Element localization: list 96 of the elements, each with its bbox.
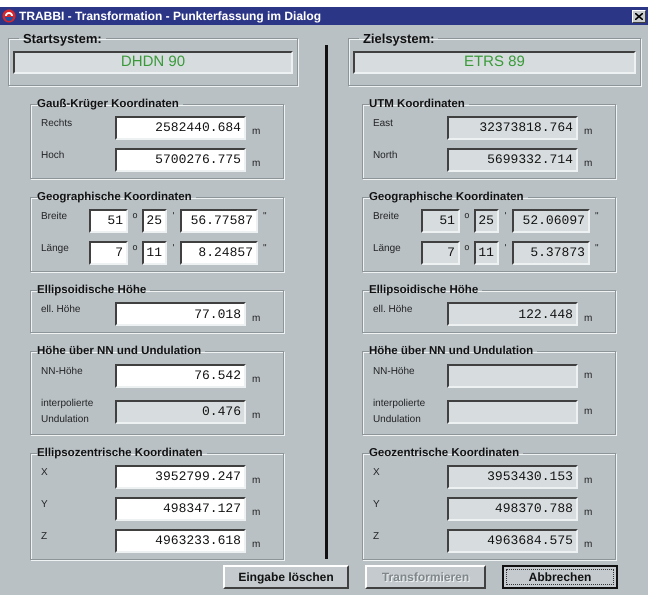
- field-label: Rechts: [41, 116, 74, 131]
- value-field[interactable]: 76.542: [115, 364, 246, 388]
- seconds-field[interactable]: 56.77587: [180, 209, 258, 233]
- close-button[interactable]: [632, 10, 646, 22]
- field-label: Y: [41, 498, 49, 512]
- group-title: Ellipsoidische Höhe: [37, 283, 148, 298]
- value-field[interactable]: 5699332.714: [446, 148, 578, 172]
- value-field[interactable]: [446, 400, 578, 424]
- seconds-field[interactable]: 8.24857: [180, 241, 258, 265]
- field-label: interpolierte Undulation: [41, 396, 94, 426]
- value-field[interactable]: [446, 364, 578, 388]
- field-label: NN-Höhe: [372, 364, 416, 378]
- value-field[interactable]: 122.448: [446, 302, 578, 326]
- system-label: Startsystem:: [22, 30, 103, 48]
- degree-sign: o: [131, 209, 138, 222]
- system-name-field: DHDN 90: [13, 50, 293, 74]
- value-field[interactable]: 3952799.247: [115, 464, 246, 489]
- unit-label: m: [252, 538, 260, 552]
- group-title: Geographische Koordinaten: [368, 190, 525, 205]
- degree-sign: o: [463, 241, 470, 254]
- value-field[interactable]: 32373818.764: [446, 116, 578, 140]
- value-field[interactable]: 2582440.684: [115, 116, 246, 140]
- close-icon: [635, 12, 643, 20]
- group-title: Höhe über NN und Undulation: [37, 344, 202, 360]
- unit-label: m: [584, 157, 592, 172]
- system-label: Zielsystem:: [362, 30, 436, 48]
- field-label: ell. Höhe: [41, 303, 82, 318]
- field-label: Breite: [372, 210, 400, 224]
- unit-label: m: [584, 538, 592, 552]
- value-field[interactable]: 4963684.575: [446, 528, 578, 553]
- field-label: interpolierte Undulation: [372, 396, 426, 426]
- app-icon: [2, 9, 16, 23]
- value-field[interactable]: 4963233.618: [115, 528, 246, 553]
- minutes-field[interactable]: 11: [142, 241, 167, 265]
- unit-label: m: [584, 369, 592, 383]
- field-label: X: [41, 466, 49, 480]
- group-title: Gauß-Krüger Koordinaten: [37, 96, 180, 112]
- value-field[interactable]: 0.476: [115, 400, 246, 424]
- minute-sign: ': [172, 210, 176, 224]
- unit-label: m: [252, 506, 260, 520]
- degrees-field[interactable]: 7: [89, 241, 128, 265]
- degrees-field[interactable]: 51: [420, 209, 460, 233]
- field-label: Länge: [372, 242, 402, 256]
- field-label: Y: [372, 498, 381, 512]
- second-sign: ": [594, 210, 598, 224]
- second-sign: ": [594, 242, 598, 256]
- seconds-field[interactable]: 5.37873: [512, 241, 590, 265]
- field-label: Z: [41, 530, 48, 544]
- field-label: Hoch: [41, 148, 66, 163]
- unit-label: m: [584, 474, 592, 488]
- value-field[interactable]: 3953430.153: [446, 464, 578, 489]
- field-label: NN-Höhe: [41, 364, 84, 378]
- unit-label: m: [584, 405, 592, 419]
- degree-sign: o: [463, 209, 470, 222]
- window-title: TRABBI - Transformation - Punkterfassung im Dialog: [19, 10, 322, 22]
- value-field[interactable]: 498370.788: [446, 496, 578, 521]
- second-sign: ": [263, 242, 267, 256]
- unit-label: m: [252, 157, 260, 172]
- unit-label: m: [584, 125, 592, 140]
- unit-label: m: [252, 474, 260, 488]
- minute-sign: ': [503, 242, 508, 256]
- system-name-field: ETRS 89: [352, 50, 636, 74]
- degrees-field[interactable]: 51: [89, 209, 128, 233]
- field-label: Breite: [41, 210, 68, 224]
- second-sign: ": [263, 210, 267, 224]
- field-label: East: [372, 116, 394, 131]
- minutes-field[interactable]: 11: [474, 241, 499, 265]
- group-title: Geographische Koordinaten: [37, 190, 193, 205]
- value-field[interactable]: 5700276.775: [115, 148, 246, 172]
- degree-sign: o: [131, 241, 138, 254]
- group-title: UTM Koordinaten: [368, 96, 466, 112]
- field-label: ell. Höhe: [372, 303, 414, 318]
- value-field[interactable]: 498347.127: [115, 496, 246, 521]
- unit-label: m: [584, 312, 592, 326]
- dialog-button[interactable]: Eingabe löschen: [223, 565, 349, 589]
- minute-sign: ': [172, 242, 176, 256]
- field-label: X: [372, 466, 381, 480]
- unit-label: m: [252, 312, 260, 326]
- minutes-field[interactable]: 25: [474, 209, 499, 233]
- group-title: Geozentrische Koordinaten: [368, 446, 520, 460]
- degrees-field[interactable]: 7: [420, 241, 460, 265]
- minute-sign: ': [503, 210, 508, 224]
- group-title: Ellipsoidische Höhe: [368, 283, 480, 298]
- group-title: Ellipsozentrische Koordinaten: [37, 446, 204, 460]
- unit-label: m: [252, 409, 260, 423]
- seconds-field[interactable]: 52.06097: [512, 209, 590, 233]
- field-label: Länge: [41, 242, 70, 256]
- dialog-button[interactable]: Abbrechen: [502, 565, 618, 589]
- field-label: Z: [372, 530, 380, 544]
- minutes-field[interactable]: 25: [142, 209, 167, 233]
- field-label: North: [372, 148, 398, 163]
- unit-label: m: [252, 373, 260, 387]
- group-title: Höhe über NN und Undulation: [368, 344, 534, 360]
- unit-label: m: [252, 125, 260, 140]
- value-field[interactable]: 77.018: [115, 302, 246, 326]
- unit-label: m: [584, 506, 592, 520]
